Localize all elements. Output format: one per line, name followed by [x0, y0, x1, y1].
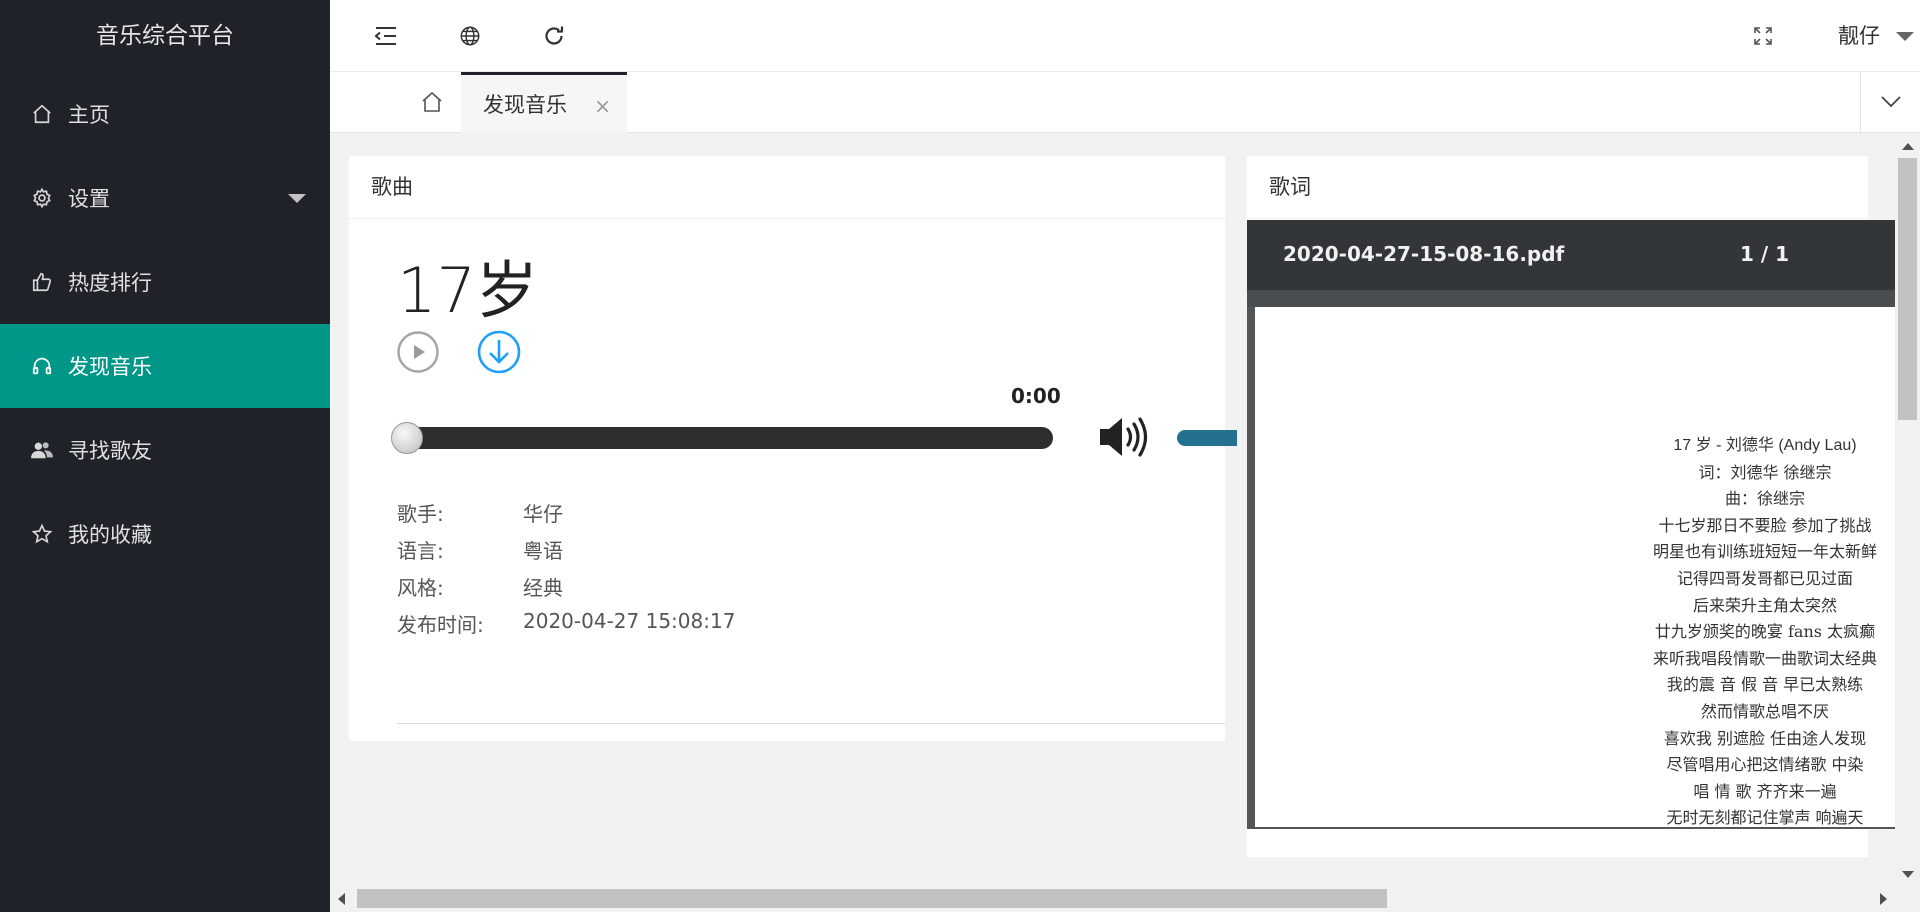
lyrics-line: 来听我唱段情歌一曲歌词太经典: [1652, 648, 1877, 668]
download-button[interactable]: [477, 330, 521, 374]
scroll-right-arrow-icon[interactable]: [1880, 893, 1887, 905]
lyrics-card-title: 歌词: [1247, 156, 1868, 219]
horizontal-scrollbar[interactable]: [330, 885, 1895, 912]
sidebar-item-label: 主页: [68, 103, 110, 127]
sidebar-item-favorites[interactable]: 我的收藏: [0, 492, 330, 576]
divider: [397, 723, 1225, 724]
song-card-title: 歌曲: [349, 156, 1225, 219]
app-logo-title: 音乐综合平台: [96, 23, 234, 49]
current-time: 0:00: [1011, 384, 1061, 408]
lyrics-line: 唱 情 歌 齐齐来一遍: [1693, 781, 1837, 801]
info-label: 语言:: [397, 539, 444, 563]
pdf-toolbar-shadow: [1247, 290, 1895, 307]
lyrics-line: 明星也有训练班短短一年太新鲜: [1652, 542, 1877, 562]
lyrics-line: 词：刘德华 徐继宗: [1698, 462, 1832, 482]
star-icon: [30, 522, 54, 546]
info-label: 风格:: [397, 576, 444, 600]
scroll-down-arrow-icon[interactable]: [1902, 871, 1914, 878]
song-name: 17岁: [397, 254, 538, 327]
horizontal-scroll-thumb[interactable]: [357, 889, 1387, 908]
lyrics-line: 廿九岁颁奖的晚宴 fans 太疯癫: [1654, 622, 1876, 642]
sidebar-item-label: 热度排行: [68, 271, 152, 295]
song-card: 歌曲 17岁 0:00 歌手: 华仔 语言: 粤语 风格: 经典 发布时间: 2…: [349, 156, 1237, 741]
info-row-release-time: 发布时间: 2020-04-27 15:08:17: [397, 609, 735, 646]
tab-label: 发现音乐: [483, 93, 567, 117]
user-name[interactable]: 靓仔: [1838, 20, 1880, 50]
lyrics-line: 17 岁 - 刘德华 (Andy Lau): [1673, 437, 1857, 454]
tab-more-button[interactable]: [1860, 72, 1920, 132]
refresh-icon[interactable]: [536, 18, 572, 54]
info-value: 2020-04-27 15:08:17: [523, 609, 736, 633]
sidebar-item-label: 设置: [68, 187, 110, 211]
progress-track[interactable]: [397, 427, 1053, 449]
headphones-icon: [30, 354, 54, 378]
sidebar-item-discover-music[interactable]: 发现音乐: [0, 324, 330, 408]
top-header: 靓仔: [330, 0, 1920, 72]
chevron-down-icon: [1880, 96, 1901, 108]
info-value: 经典: [523, 576, 563, 600]
close-icon[interactable]: ×: [594, 94, 611, 118]
lyrics-line: 我的震 音 假 音 早已太熟练: [1666, 675, 1864, 695]
scroll-left-arrow-icon[interactable]: [338, 893, 345, 905]
pdf-file-name: 2020-04-27-15-08-16.pdf: [1283, 242, 1565, 266]
home-icon: [422, 91, 442, 112]
volume-button[interactable]: [1098, 414, 1150, 460]
users-icon: [30, 438, 54, 462]
pdf-viewer[interactable]: 17 岁 - 刘德华 (Andy Lau) 词：刘德华 徐继宗 曲：徐继宗 十七…: [1247, 307, 1895, 829]
sidebar-item-settings[interactable]: 设置: [0, 156, 330, 240]
lyrics-line: 十七岁那日不要脸 参加了挑战: [1658, 515, 1872, 535]
pdf-page-indicator: 1 / 1: [1740, 242, 1790, 266]
lyrics-line: 然而情歌总唱不厌: [1700, 701, 1829, 721]
info-row-style: 风格: 经典: [397, 572, 735, 609]
lyrics-card: 歌词 2020-04-27-15-08-16.pdf 1 / 1 17 岁 - …: [1247, 156, 1895, 857]
play-icon: [397, 331, 439, 373]
progress-handle[interactable]: [391, 422, 423, 454]
info-value: 华仔: [523, 502, 563, 526]
sidebar-item-label: 寻找歌友: [68, 439, 152, 463]
tab-home[interactable]: [410, 72, 454, 132]
pdf-page: 17 岁 - 刘德华 (Andy Lau) 词：刘德华 徐继宗 曲：徐继宗 十七…: [1255, 307, 1895, 827]
info-value: 粤语: [523, 539, 563, 563]
volume-slider[interactable]: [1177, 430, 1237, 446]
sidebar-item-hot-ranking[interactable]: 热度排行: [0, 240, 330, 324]
info-label: 歌手:: [397, 502, 444, 526]
play-button[interactable]: [397, 331, 439, 373]
song-info: 歌手: 华仔 语言: 粤语 风格: 经典 发布时间: 2020-04-27 15…: [397, 498, 735, 646]
speaker-icon: [1100, 417, 1148, 457]
lyrics-line: 记得四哥发哥都已见过面: [1676, 568, 1853, 588]
lyrics-line: 曲：徐继宗: [1724, 489, 1805, 509]
sidebar-item-home[interactable]: 主页: [0, 72, 330, 156]
download-icon: [477, 330, 521, 374]
sidebar-item-label: 我的收藏: [68, 523, 152, 547]
scroll-up-arrow-icon[interactable]: [1902, 143, 1914, 150]
tab-discover-music[interactable]: 发现音乐 ×: [461, 72, 627, 133]
thumbs-up-icon: [30, 270, 54, 294]
tab-bar: 发现音乐 ×: [330, 72, 1920, 133]
chevron-down-icon: [288, 194, 306, 203]
lyrics-line: 无时无刻都记住掌声 响遍天: [1666, 808, 1864, 827]
fullscreen-icon[interactable]: [1745, 18, 1781, 54]
chevron-down-icon[interactable]: [1896, 32, 1914, 41]
info-label: 发布时间:: [397, 613, 484, 637]
lyrics-line: 尽管唱用心把这情绪歌 中染: [1666, 755, 1864, 775]
sidebar-item-find-friends[interactable]: 寻找歌友: [0, 408, 330, 492]
sidebar: 音乐综合平台 主页 设置 热度排行 发现音乐 寻找歌友 我的收藏: [0, 0, 330, 912]
menu-collapse-icon[interactable]: [368, 18, 404, 54]
lyrics-line: 后来荣升主角太突然: [1692, 595, 1837, 615]
info-row-singer: 歌手: 华仔: [397, 498, 735, 535]
lyrics-text: 17 岁 - 刘德华 (Andy Lau) 词：刘德华 徐继宗 曲：徐继宗 十七…: [1645, 433, 1885, 827]
lyrics-line: 喜欢我 别遮脸 任由途人发现: [1663, 728, 1867, 748]
sidebar-item-label: 发现音乐: [68, 355, 152, 379]
pdf-toolbar: 2020-04-27-15-08-16.pdf 1 / 1: [1247, 220, 1895, 290]
vertical-scroll-thumb[interactable]: [1898, 158, 1917, 420]
vertical-scrollbar[interactable]: [1895, 137, 1920, 885]
info-row-language: 语言: 粤语: [397, 535, 735, 572]
globe-icon[interactable]: [452, 18, 488, 54]
home-icon: [30, 102, 54, 126]
gear-icon: [30, 186, 54, 210]
